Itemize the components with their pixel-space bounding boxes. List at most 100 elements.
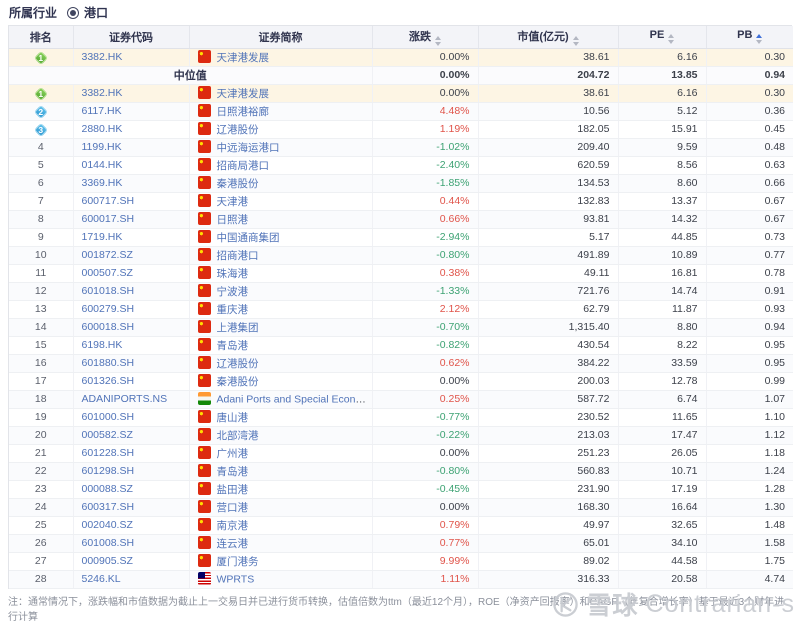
column-header-pe[interactable]: PE [618, 26, 707, 49]
sort-icon[interactable] [756, 34, 763, 45]
column-header-pb[interactable]: PB [706, 26, 793, 49]
stock-name-link[interactable]: 广州港 [217, 448, 249, 460]
stock-name-link[interactable]: 日照港裕廊 [217, 106, 270, 118]
stock-code-link[interactable]: 3369.HK [82, 177, 123, 189]
stock-code-link[interactable]: 600017.SH [82, 213, 135, 225]
stock-name-link[interactable]: 北部湾港 [217, 430, 259, 442]
pe-cell: 8.22 [618, 336, 707, 355]
rank-cell: 6 [9, 174, 74, 193]
stock-name-link[interactable]: 上港集团 [217, 322, 259, 334]
stock-code-link[interactable]: 6198.HK [82, 339, 123, 351]
stock-name-link[interactable]: 天津港发展 [217, 52, 270, 64]
stock-name-link[interactable]: 中国通商集团 [217, 232, 280, 244]
stock-code-link[interactable]: 600317.SH [82, 501, 135, 513]
marketcap-cell: 721.76 [478, 282, 619, 301]
flag-icon [197, 302, 211, 315]
stock-code-link[interactable]: 600018.SH [82, 321, 135, 333]
stock-name-link[interactable]: 营口港 [217, 502, 249, 514]
stock-code-link[interactable]: 600717.SH [82, 195, 135, 207]
pe-cell: 11.87 [618, 300, 707, 319]
stock-name-link[interactable]: 宁波港 [217, 286, 249, 298]
stock-code-link[interactable]: 000582.SZ [82, 429, 133, 441]
stock-code-link[interactable]: 1199.HK [82, 141, 122, 153]
stock-code-link[interactable]: 000088.SZ [82, 483, 133, 495]
sort-icon[interactable] [668, 34, 675, 45]
stock-code-link[interactable]: ADANIPORTS.NS [82, 393, 168, 405]
stock-code-link[interactable]: 2880.HK [82, 123, 123, 135]
stock-name-link[interactable]: 重庆港 [217, 304, 249, 316]
code-cell: 600317.SH [73, 498, 190, 517]
stock-code-link[interactable]: 601018.SH [82, 285, 135, 297]
pe-cell: 12.78 [618, 372, 707, 391]
stock-code-link[interactable]: 000507.SZ [82, 267, 133, 279]
sort-icon[interactable] [572, 35, 579, 46]
stock-name-link[interactable]: 盐田港 [217, 484, 249, 496]
stock-code-link[interactable]: 601298.SH [82, 465, 135, 477]
stock-code-link[interactable]: 000905.SZ [82, 555, 133, 567]
stock-name-link[interactable]: 唐山港 [217, 412, 249, 424]
stock-name-link[interactable]: 天津港 [217, 196, 249, 208]
stock-code-link[interactable]: 600279.SH [82, 303, 135, 315]
pe-cell: 10.89 [618, 246, 707, 265]
rank-cell: 10 [9, 246, 74, 265]
stock-name-link[interactable]: 青岛港 [217, 466, 249, 478]
stock-code-link[interactable]: 3382.HK [82, 51, 123, 63]
flag-icon [197, 140, 211, 153]
flag-icon [197, 230, 211, 243]
pe-cell: 17.47 [618, 426, 707, 445]
name-cell: 秦港股份 [189, 174, 373, 193]
rank-cell: 15 [9, 336, 74, 355]
pe-cell: 20.58 [618, 570, 707, 589]
marketcap-cell: 132.83 [478, 192, 619, 211]
stock-name-link[interactable]: 辽港股份 [217, 124, 259, 136]
stock-code-link[interactable]: 0144.HK [82, 159, 123, 171]
flag-icon [197, 212, 211, 225]
stock-name-link[interactable]: 南京港 [217, 520, 249, 532]
name-cell: 上港集团 [189, 318, 373, 337]
stock-code-link[interactable]: 3382.HK [82, 87, 123, 99]
change-cell: 0.79% [372, 516, 479, 535]
stock-name-link[interactable]: 辽港股份 [217, 358, 259, 370]
code-cell: 000088.SZ [73, 480, 190, 499]
stock-name-link[interactable]: 厦门港务 [217, 556, 259, 568]
radio-selected-icon[interactable] [67, 6, 80, 19]
stock-name-link[interactable]: 招商局港口 [217, 160, 270, 172]
rank-cell: 17 [9, 372, 74, 391]
stock-name-link[interactable]: 中远海运港口 [217, 142, 280, 154]
stock-code-link[interactable]: 601880.SH [82, 357, 135, 369]
rank-cell: 1 [9, 48, 74, 67]
stock-code-link[interactable]: 601008.SH [82, 537, 135, 549]
flag-icon [197, 374, 211, 387]
sort-icon[interactable] [435, 35, 441, 46]
change-cell: 0.00% [372, 84, 479, 103]
stock-code-link[interactable]: 1719.HK [82, 231, 123, 243]
stock-code-link[interactable]: 601228.SH [82, 447, 135, 459]
stock-code-link[interactable]: 6117.HK [82, 105, 122, 117]
marketcap-cell: 134.53 [478, 174, 619, 193]
column-header-marketcap[interactable]: 市值(亿元) [478, 26, 619, 49]
stock-name-link[interactable]: 青岛港 [217, 340, 249, 352]
marketcap-cell: 491.89 [478, 246, 619, 265]
pb-cell: 0.30 [706, 48, 793, 67]
stock-name-link[interactable]: 招商港口 [217, 250, 259, 262]
industry-radio-port[interactable]: 港口 [67, 4, 108, 21]
stock-code-link[interactable]: 601000.SH [82, 411, 135, 423]
stock-name-link[interactable]: 天津港发展 [217, 88, 270, 100]
stock-name-link[interactable]: Adani Ports and Special Economic Zo... [217, 394, 372, 406]
code-cell: 1199.HK [73, 138, 190, 157]
stock-name-link[interactable]: 秦港股份 [217, 376, 259, 388]
stock-code-link[interactable]: 5246.KL [82, 573, 121, 585]
stock-code-link[interactable]: 001872.SZ [82, 249, 133, 261]
column-header-change[interactable]: 涨跌 [372, 26, 479, 49]
change-cell: -0.22% [372, 426, 479, 445]
stock-code-link[interactable]: 601326.SH [82, 375, 135, 387]
stock-name-link[interactable]: WPRTS [217, 574, 255, 586]
marketcap-cell: 62.79 [478, 300, 619, 319]
stock-name-link[interactable]: 连云港 [217, 538, 249, 550]
stock-name-link[interactable]: 珠海港 [217, 268, 249, 280]
change-cell: 9.99% [372, 552, 479, 571]
stock-code-link[interactable]: 002040.SZ [82, 519, 133, 531]
stock-name-link[interactable]: 秦港股份 [217, 178, 259, 190]
change-cell: 4.48% [372, 102, 479, 121]
stock-name-link[interactable]: 日照港 [217, 214, 249, 226]
